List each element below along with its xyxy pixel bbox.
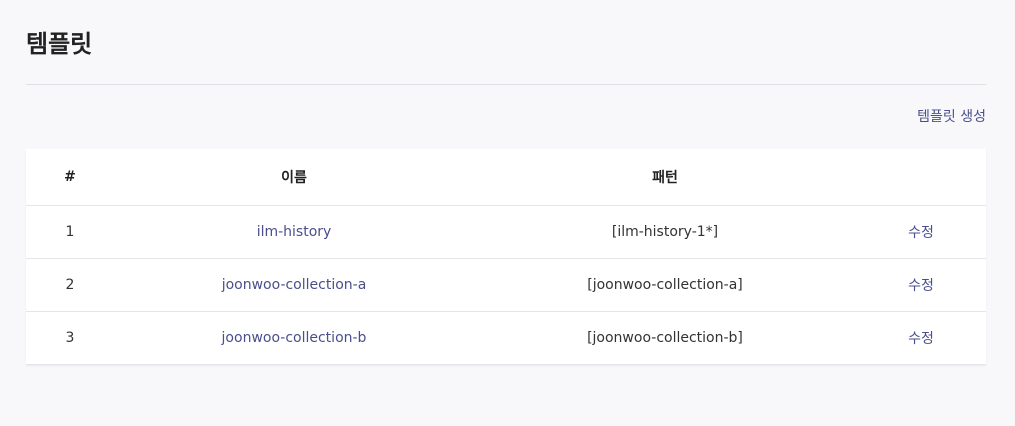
page-title: 템플릿 xyxy=(26,30,93,58)
template-name-link[interactable]: joonwoo-collection-b xyxy=(222,330,367,346)
row-name-cell: joonwoo-collection-a xyxy=(114,258,474,312)
template-name-link[interactable]: joonwoo-collection-a xyxy=(222,277,367,293)
header-action xyxy=(856,149,986,206)
row-index: 3 xyxy=(26,311,114,365)
table-header-row: # 이름 패턴 xyxy=(26,149,986,206)
table-row: 3 joonwoo-collection-b [joonwoo-collecti… xyxy=(26,311,986,365)
row-action-cell: 수정 xyxy=(856,258,986,312)
header-name: 이름 xyxy=(114,149,474,206)
row-name-cell: joonwoo-collection-b xyxy=(114,311,474,365)
header-index: # xyxy=(26,149,114,206)
edit-link[interactable]: 수정 xyxy=(908,331,934,347)
templates-table: # 이름 패턴 1 ilm-history [ilm-history-1*] 수… xyxy=(26,149,986,365)
header-pattern: 패턴 xyxy=(474,149,856,206)
title-divider xyxy=(26,84,986,85)
create-template-link[interactable]: 템플릿 생성 xyxy=(917,107,986,127)
row-pattern: [ilm-history-1*] xyxy=(474,205,856,259)
row-pattern: [joonwoo-collection-b] xyxy=(474,311,856,365)
row-action-cell: 수정 xyxy=(856,311,986,365)
table-row: 2 joonwoo-collection-a [joonwoo-collecti… xyxy=(26,258,986,312)
edit-link[interactable]: 수정 xyxy=(908,225,934,241)
templates-table-card: # 이름 패턴 1 ilm-history [ilm-history-1*] 수… xyxy=(26,149,986,365)
row-name-cell: ilm-history xyxy=(114,205,474,259)
template-name-link[interactable]: ilm-history xyxy=(257,224,332,240)
row-pattern: [joonwoo-collection-a] xyxy=(474,258,856,312)
edit-link[interactable]: 수정 xyxy=(908,278,934,294)
table-row: 1 ilm-history [ilm-history-1*] 수정 xyxy=(26,205,986,259)
row-action-cell: 수정 xyxy=(856,205,986,259)
row-index: 1 xyxy=(26,205,114,259)
row-index: 2 xyxy=(26,258,114,312)
